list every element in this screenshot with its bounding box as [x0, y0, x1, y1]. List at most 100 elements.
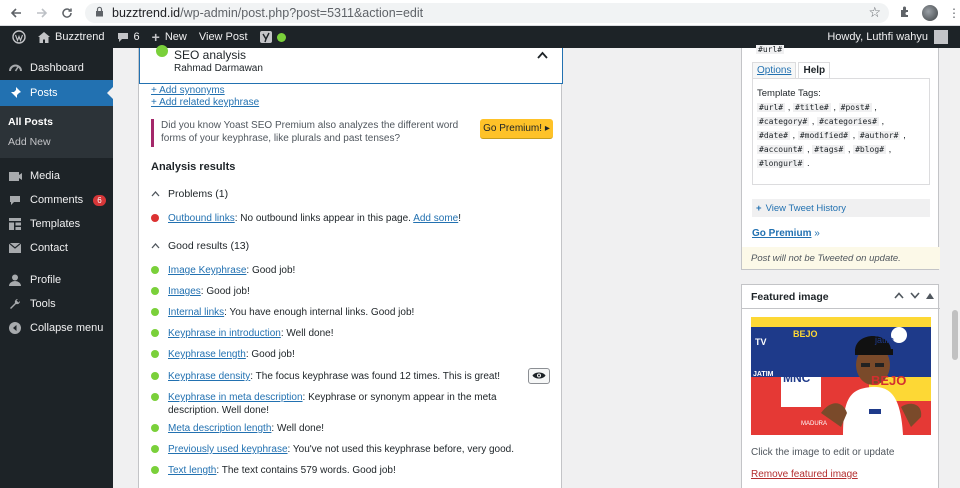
- reload-icon[interactable]: [57, 3, 77, 23]
- add-synonyms-link[interactable]: + Add synonyms: [151, 85, 225, 96]
- tweet-metabox: #url# Options Help Template Tags: #url# …: [741, 45, 940, 270]
- result-link[interactable]: Keyphrase length: [168, 349, 246, 360]
- view-history-label: View Tweet History: [765, 202, 846, 214]
- result-link[interactable]: Keyphrase in meta description: [168, 392, 303, 403]
- featured-image-metabox: Featured image TV BEJO jatim JATIM MNC B…: [741, 284, 940, 488]
- move-down-icon[interactable]: [910, 291, 920, 302]
- yoast-menu[interactable]: [259, 31, 286, 43]
- extensions-icon[interactable]: [899, 5, 912, 21]
- image-text-jatim: jatim: [875, 335, 895, 345]
- add-related-keyphrase-link[interactable]: + Add related keyphrase: [151, 97, 259, 108]
- premium-promo-notice: Did you know Yoast SEO Premium also anal…: [151, 119, 553, 147]
- sidebar-item-dashboard[interactable]: Dashboard: [0, 56, 113, 80]
- sidebar-item-tools[interactable]: Tools: [0, 292, 113, 316]
- problems-toggle[interactable]: Problems (1): [151, 188, 228, 200]
- good-status-dot: [151, 287, 159, 295]
- sidebar-item-profile[interactable]: Profile: [0, 268, 113, 292]
- collapse-menu-button[interactable]: Collapse menu: [0, 316, 113, 340]
- forward-icon[interactable]: [32, 3, 52, 23]
- sidebar-item-posts[interactable]: Posts: [0, 80, 113, 106]
- envelope-icon: [8, 241, 22, 255]
- bookmark-star-icon[interactable]: ☆: [868, 4, 881, 21]
- home-icon: [38, 31, 50, 43]
- go-premium-button[interactable]: Go Premium! ▸: [480, 119, 553, 139]
- good-result-row: Text length: The text contains 579 words…: [151, 464, 551, 477]
- result-text: : Well done!: [280, 328, 334, 339]
- result-link[interactable]: Text length: [168, 465, 216, 476]
- result-link[interactable]: Meta description length: [168, 423, 271, 434]
- sidebar-item-templates[interactable]: Templates: [0, 212, 113, 236]
- focus-keyphrase: Rahmad Darmawan: [174, 63, 263, 74]
- good-results-toggle[interactable]: Good results (13): [151, 240, 249, 252]
- move-up-icon[interactable]: [894, 291, 904, 302]
- sidebar-label-media: Media: [30, 170, 60, 182]
- result-link[interactable]: Images: [168, 286, 201, 297]
- view-post-link[interactable]: View Post: [199, 31, 248, 43]
- image-text-jatim-side: JATIM: [753, 371, 774, 378]
- highlight-keyphrase-button[interactable]: [528, 368, 550, 384]
- sidebar-label-tools: Tools: [30, 298, 56, 310]
- plus-icon: +: [151, 29, 160, 45]
- new-content-link[interactable]: + New: [152, 29, 187, 45]
- result-link[interactable]: Internal links: [168, 307, 224, 318]
- user-icon: [8, 273, 22, 287]
- template-tag: #category#: [757, 117, 810, 126]
- chevron-up-icon[interactable]: [537, 48, 548, 62]
- problems-heading: Problems (1): [168, 188, 229, 200]
- profile-avatar[interactable]: [922, 4, 939, 21]
- promo-text: Did you know Yoast SEO Premium also anal…: [161, 120, 459, 144]
- remove-featured-image-link[interactable]: Remove featured image: [751, 469, 858, 480]
- good-status-dot: [151, 393, 159, 401]
- sidebar-item-comments[interactable]: Comments 6: [0, 188, 113, 212]
- submenu-add-new[interactable]: Add New: [0, 132, 113, 152]
- featured-image-thumbnail[interactable]: TV BEJO jatim JATIM MNC BEJO MADURA: [751, 317, 931, 435]
- problem-row: Outbound links: No outbound links appear…: [151, 212, 551, 225]
- my-account-link[interactable]: Howdy, Luthfi wahyu: [827, 30, 948, 44]
- image-text-mnc: MNC: [783, 371, 811, 385]
- seo-analysis-header[interactable]: SEO analysis Rahmad Darmawan: [139, 45, 563, 84]
- wp-admin-bar: Buzztrend 6 + New View Post Howdy, Luthf…: [0, 26, 960, 48]
- template-tag: #account#: [757, 145, 805, 154]
- comments-badge: 6: [93, 194, 106, 206]
- tab-help[interactable]: Help: [798, 62, 831, 79]
- view-tweet-history-link[interactable]: + View Tweet History: [752, 199, 930, 217]
- submenu-all-posts[interactable]: All Posts: [0, 112, 113, 132]
- comment-bubble-icon: [117, 32, 129, 43]
- wp-logo-icon[interactable]: [12, 30, 26, 44]
- good-status-dot: [151, 466, 159, 474]
- tab-options[interactable]: Options: [752, 62, 797, 79]
- sidebar-item-contact[interactable]: Contact: [0, 236, 113, 260]
- featured-image-caption: Click the image to edit or update: [751, 447, 895, 458]
- result-text: : The text contains 579 words. Good job!: [216, 465, 396, 476]
- add-some-link[interactable]: Add some: [413, 213, 458, 224]
- address-bar[interactable]: buzztrend.id/wp-admin/post.php?post=5311…: [85, 2, 890, 23]
- template-tag: #author#: [857, 131, 901, 140]
- kebab-menu-icon[interactable]: ⋮: [948, 6, 960, 20]
- result-link[interactable]: Outbound links: [168, 213, 235, 224]
- scrollbar-thumb[interactable]: [952, 310, 958, 360]
- good-result-row: Keyphrase in introduction: Well done!: [151, 327, 551, 340]
- site-name-link[interactable]: Buzztrend: [38, 31, 105, 43]
- plus-icon: +: [756, 202, 762, 214]
- good-result-row: Keyphrase length: Good job!: [151, 348, 551, 361]
- site-name: Buzztrend: [55, 31, 105, 43]
- toggle-panel-icon[interactable]: [926, 291, 934, 302]
- tweet-notice: Post will not be Tweeted on update.: [742, 247, 940, 269]
- image-text-bejo-top: BEJO: [793, 329, 818, 339]
- yoast-metabox: SEO analysis Rahmad Darmawan + Add synon…: [138, 45, 563, 488]
- back-icon[interactable]: [6, 3, 26, 23]
- sidebar-item-media[interactable]: Media: [0, 164, 113, 188]
- comments-link[interactable]: 6: [117, 31, 140, 43]
- page-scrollbar[interactable]: [950, 48, 960, 488]
- lock-icon: [95, 6, 104, 20]
- go-premium-link[interactable]: Go Premium »: [752, 228, 820, 239]
- result-link[interactable]: Keyphrase density: [168, 371, 250, 382]
- result-link[interactable]: Previously used keyphrase: [168, 444, 288, 455]
- templates-layout-icon: [8, 217, 22, 231]
- result-text: : The focus keyphrase was found 12 times…: [250, 371, 501, 382]
- result-link[interactable]: Image Keyphrase: [168, 265, 246, 276]
- browser-toolbar: buzztrend.id/wp-admin/post.php?post=5311…: [0, 0, 960, 26]
- result-link[interactable]: Keyphrase in introduction: [168, 328, 281, 339]
- image-text-madura: MADURA: [801, 421, 828, 427]
- template-tag: #modified#: [797, 131, 850, 140]
